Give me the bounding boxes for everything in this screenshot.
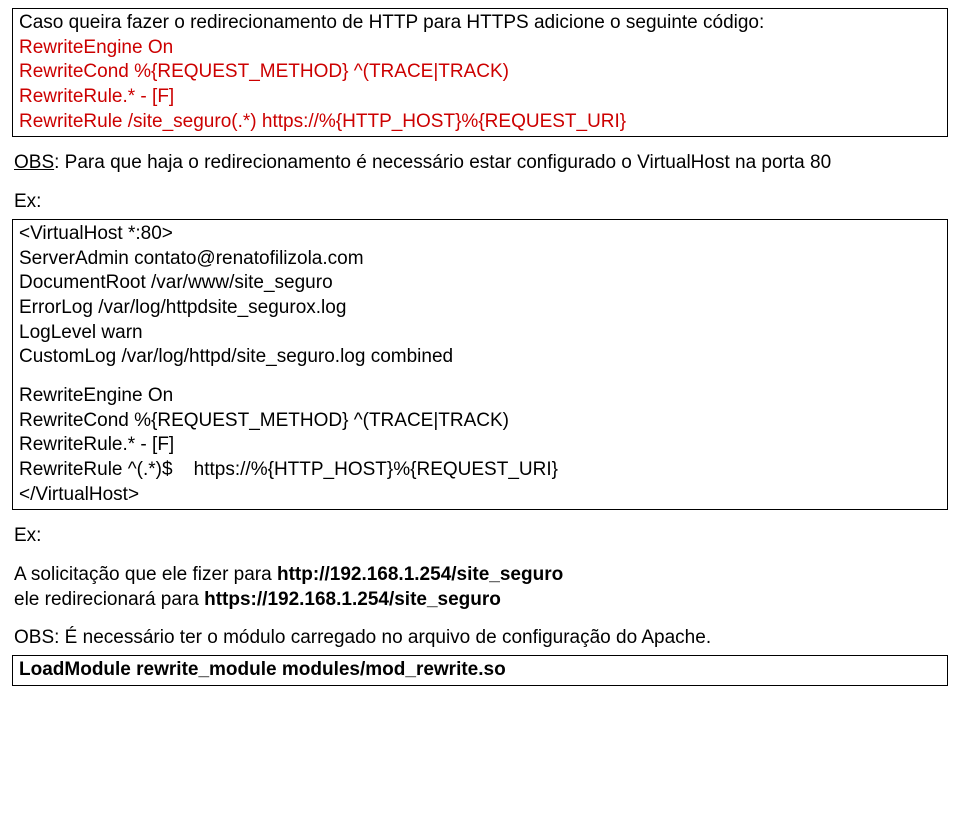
code-line: RewriteCond %{REQUEST_METHOD} ^(TRACE|TR… [19,60,941,85]
code-line: ErrorLog /var/log/httpdsite_segurox.log [19,296,941,321]
code-line: RewriteEngine On [19,36,941,61]
code-line: ServerAdmin contato@renatofilizola.com [19,247,941,272]
code-line: RewriteRule.* - [F] [19,85,941,110]
obs-label: OBS [14,152,54,173]
url-bold: https://192.168.1.254/site_seguro [204,589,501,610]
code-line: RewriteRule /site_seguro(.*) https://%{H… [19,110,941,135]
code-line: CustomLog /var/log/httpd/site_seguro.log… [19,345,941,370]
code-line: <VirtualHost *:80> [19,222,941,247]
example-label: Ex: [12,190,948,215]
text-part: A solicitação que ele fizer para [14,564,277,585]
blank-line [19,370,941,384]
obs-text: : Para que haja o redirecionamento é nec… [54,152,831,173]
obs-paragraph: OBS: É necessário ter o módulo carregado… [12,626,948,651]
code-line: RewriteRule ^(.*)$ https://%{HTTP_HOST}%… [19,458,941,483]
code-line: RewriteEngine On [19,384,941,409]
code-line: RewriteCond %{REQUEST_METHOD} ^(TRACE|TR… [19,409,941,434]
text-part: ele redirecionará para [14,589,204,610]
request-paragraph: A solicitação que ele fizer para http://… [12,563,948,612]
code-line-bold: LoadModule rewrite_module modules/mod_re… [19,659,506,680]
code-line: RewriteRule.* - [F] [19,433,941,458]
code-line: LogLevel warn [19,321,941,346]
example-label: Ex: [12,524,948,549]
obs-paragraph: OBS: Para que haja o redirecionamento é … [12,151,948,176]
code-box-redirect: Caso queira fazer o redirecionamento de … [12,8,948,137]
code-line: </VirtualHost> [19,483,941,508]
code-box-loadmodule: LoadModule rewrite_module modules/mod_re… [12,655,948,686]
text-line: Caso queira fazer o redirecionamento de … [19,11,941,36]
url-bold: http://192.168.1.254/site_seguro [277,564,563,585]
code-line: DocumentRoot /var/www/site_seguro [19,271,941,296]
code-box-virtualhost: <VirtualHost *:80> ServerAdmin contato@r… [12,219,948,511]
